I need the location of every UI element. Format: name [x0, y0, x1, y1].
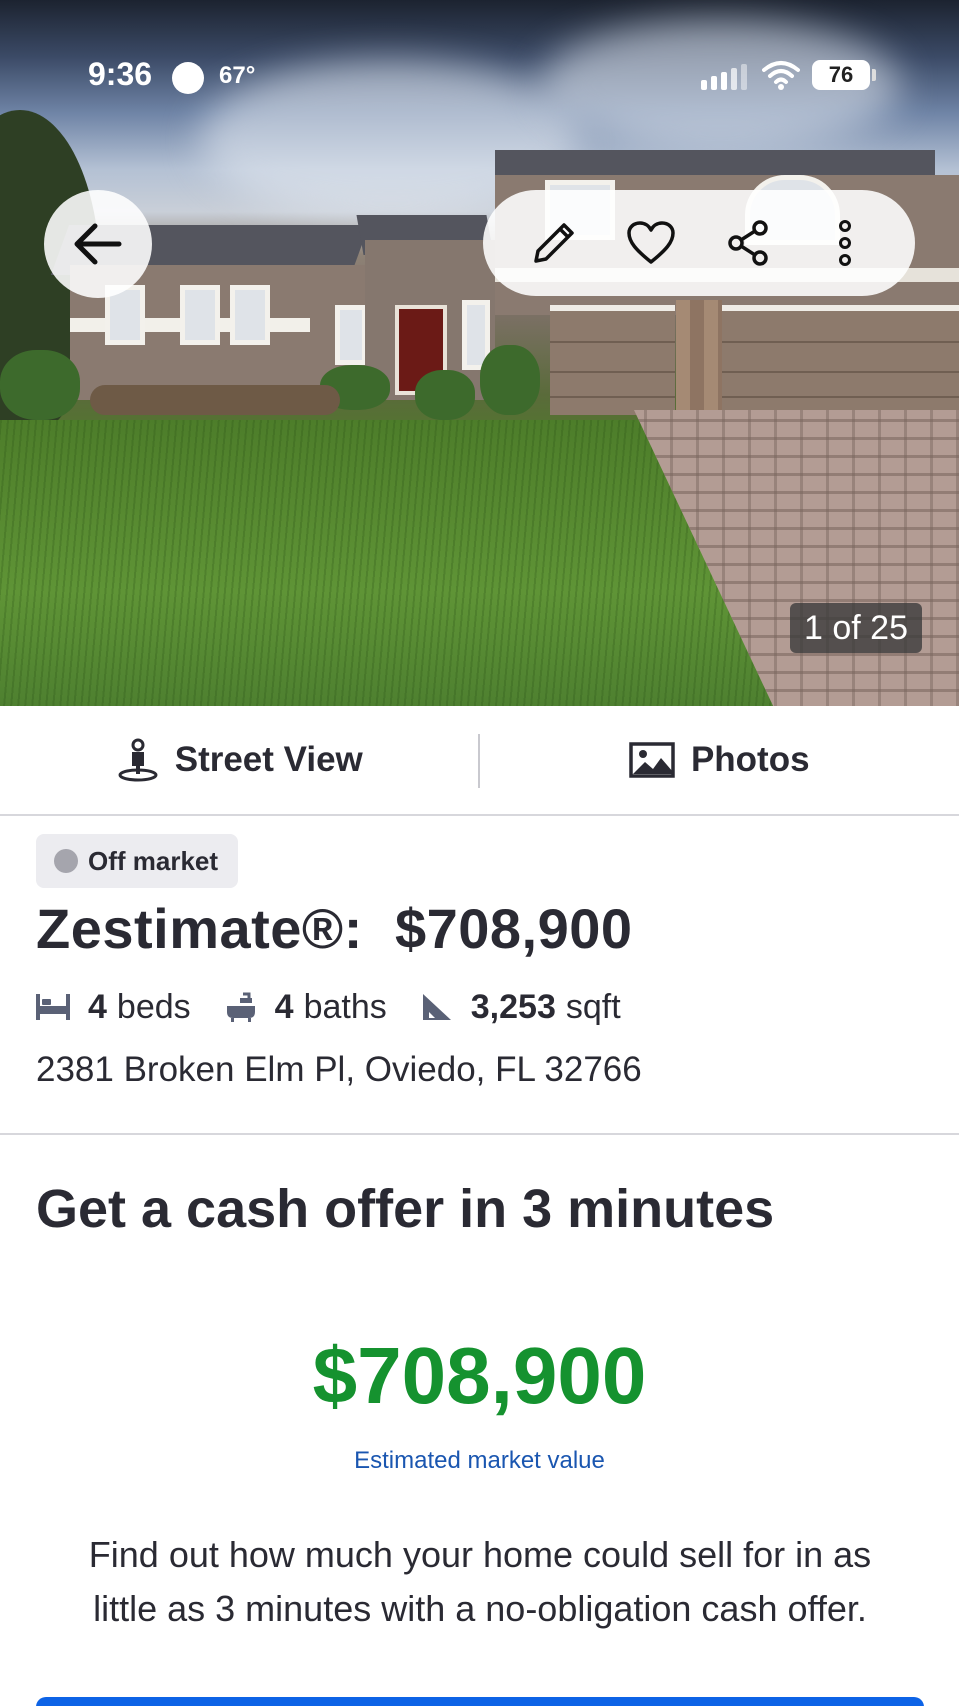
street-view-button[interactable]: Street View [0, 706, 480, 814]
status-time: 9:36 [88, 56, 153, 92]
bed-icon [36, 994, 70, 1020]
ruler-triangle-icon [422, 994, 451, 1020]
photo-shrub [0, 350, 80, 420]
cash-offer-price: $708,900 [312, 1331, 647, 1420]
photo-window [335, 305, 367, 365]
beds-unit: beds [116, 987, 191, 1026]
photo-window [230, 285, 270, 345]
arrow-left-icon [74, 223, 122, 265]
home-facts: 4 beds 4 baths 3,253 sqft [36, 982, 655, 1032]
status-temperature: 67° [219, 62, 256, 89]
status-dot-icon [54, 849, 78, 873]
media-view-row: Street View Photos [0, 706, 959, 816]
baths-unit: baths [303, 987, 387, 1026]
cash-offer-cta-button[interactable] [36, 1697, 924, 1706]
photo-window [180, 285, 220, 345]
zestimate-price: Zestimate®: $708,900 [36, 897, 633, 960]
action-toolbar [483, 190, 915, 296]
more-vertical-icon [838, 220, 851, 266]
battery-level: 76 [812, 60, 870, 90]
street-view-label: Street View [174, 740, 363, 779]
beds-fact: 4 beds [36, 988, 191, 1027]
pencil-icon [533, 223, 574, 263]
photo-flowerbed [90, 385, 340, 415]
sqft-fact: 3,253 sqft [421, 988, 621, 1027]
edit-button[interactable] [522, 211, 586, 275]
back-button[interactable] [44, 190, 152, 298]
battery-cap-icon [872, 69, 876, 81]
wifi-icon [762, 61, 800, 90]
save-home-button[interactable] [619, 211, 683, 275]
baths-fact: 4 baths [225, 988, 387, 1027]
photo-shrub [415, 370, 475, 420]
listing-photo[interactable] [0, 0, 959, 706]
street-view-pegman-icon [118, 738, 158, 782]
beds-value: 4 [88, 987, 107, 1026]
photos-icon [629, 742, 675, 778]
baths-value: 4 [274, 987, 294, 1026]
more-options-button[interactable] [813, 211, 877, 275]
share-button[interactable] [716, 211, 780, 275]
photo-shrub [480, 345, 540, 415]
status-bar: 9:36 67° 76 [0, 52, 959, 100]
property-address: 2381 Broken Elm Pl, Oviedo, FL 32766 [36, 1050, 642, 1089]
view-row-divider [478, 734, 480, 788]
estimated-market-value-link[interactable]: Estimated market value [0, 1447, 959, 1475]
photos-button[interactable]: Photos [480, 706, 959, 814]
cash-offer-description: Find out how much your home could sell f… [88, 1534, 872, 1629]
section-divider [0, 1133, 959, 1135]
status-badge-label: Off market [88, 845, 219, 876]
photo-garage-door [550, 305, 675, 415]
sqft-value: 3,253 [470, 987, 556, 1026]
notification-dot-icon [172, 62, 204, 94]
status-badge: Off market [36, 834, 239, 888]
photo-counter: 1 of 25 [790, 603, 922, 653]
share-icon [727, 220, 768, 266]
signal-icon [701, 64, 747, 90]
bath-icon [226, 992, 255, 1022]
cash-offer-title: Get a cash offer in 3 minutes [36, 1179, 775, 1239]
heart-icon [626, 221, 675, 264]
photos-label: Photos [690, 740, 810, 779]
photo-garage-door [722, 305, 959, 415]
sqft-unit: sqft [565, 987, 621, 1026]
photo-stone-column [676, 300, 722, 415]
